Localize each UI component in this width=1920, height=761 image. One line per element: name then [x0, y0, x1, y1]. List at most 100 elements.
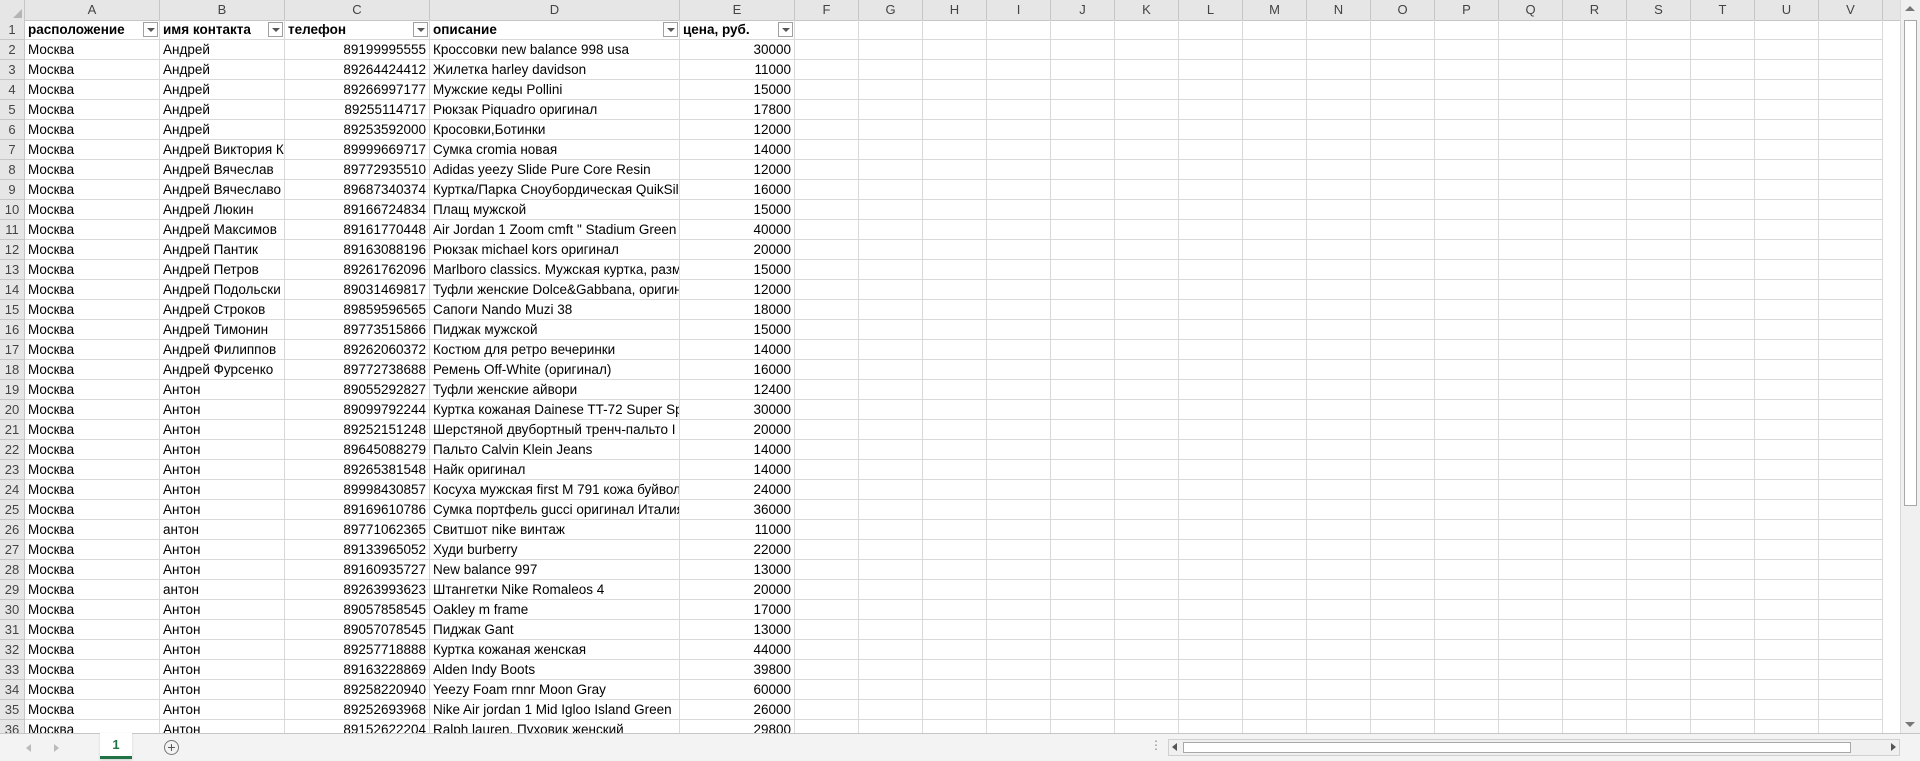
empty-cell[interactable]	[1627, 560, 1691, 580]
empty-cell[interactable]	[1115, 320, 1179, 340]
empty-cell[interactable]	[1755, 560, 1819, 580]
horizontal-scrollbar[interactable]	[1168, 739, 1900, 756]
empty-cell[interactable]	[1051, 200, 1115, 220]
empty-cell[interactable]	[795, 320, 859, 340]
empty-cell[interactable]	[859, 580, 923, 600]
empty-cell[interactable]	[1115, 220, 1179, 240]
empty-cell[interactable]	[987, 140, 1051, 160]
empty-cell[interactable]	[923, 40, 987, 60]
empty-cell[interactable]	[1691, 580, 1755, 600]
spreadsheet-grid[interactable]: ABCDEFGHIJKLMNOPQRSTUV 1 2 3 4 5 6 7 8 9 10 11 12 13…	[0, 0, 1900, 733]
empty-cell[interactable]	[1691, 380, 1755, 400]
empty-cell[interactable]	[1691, 480, 1755, 500]
empty-cell[interactable]	[1371, 700, 1435, 720]
empty-cell[interactable]	[1499, 40, 1563, 60]
cell-price[interactable]: 16000	[680, 180, 795, 200]
empty-cell[interactable]	[795, 280, 859, 300]
empty-cell[interactable]	[1499, 540, 1563, 560]
empty-cell[interactable]	[795, 360, 859, 380]
empty-cell[interactable]	[987, 320, 1051, 340]
empty-cell[interactable]	[1499, 660, 1563, 680]
empty-cell[interactable]	[1371, 140, 1435, 160]
cell-phone[interactable]: 89263993623	[285, 580, 430, 600]
cell-name[interactable]: Андрей	[160, 120, 285, 140]
column-header-q[interactable]: Q	[1499, 0, 1563, 20]
empty-cell[interactable]	[1563, 60, 1627, 80]
row-header[interactable]: 11	[0, 220, 25, 240]
empty-cell[interactable]	[1435, 480, 1499, 500]
empty-cell[interactable]	[1179, 300, 1243, 320]
cell-loc[interactable]: Москва	[25, 480, 160, 500]
empty-cell[interactable]	[859, 180, 923, 200]
empty-cell[interactable]	[859, 640, 923, 660]
cell-loc[interactable]: Москва	[25, 620, 160, 640]
cell-phone[interactable]: 89252693968	[285, 700, 430, 720]
empty-cell[interactable]	[1243, 220, 1307, 240]
cell-price[interactable]: 24000	[680, 480, 795, 500]
empty-cell[interactable]	[1691, 240, 1755, 260]
empty-cell[interactable]	[795, 500, 859, 520]
empty-cell[interactable]	[1051, 560, 1115, 580]
empty-cell[interactable]	[1435, 600, 1499, 620]
cell-loc[interactable]: Москва	[25, 80, 160, 100]
empty-cell[interactable]	[1627, 640, 1691, 660]
empty-cell[interactable]	[1563, 360, 1627, 380]
empty-cell[interactable]	[1819, 260, 1883, 280]
empty-cell[interactable]	[1563, 260, 1627, 280]
empty-cell[interactable]	[1115, 80, 1179, 100]
column-header-n[interactable]: N	[1307, 0, 1371, 20]
empty-cell[interactable]	[1371, 20, 1435, 40]
empty-cell[interactable]	[1179, 520, 1243, 540]
empty-cell[interactable]	[1051, 480, 1115, 500]
cell-price[interactable]: 12000	[680, 120, 795, 140]
empty-cell[interactable]	[1115, 260, 1179, 280]
cell-price[interactable]: 22000	[680, 540, 795, 560]
empty-cell[interactable]	[987, 440, 1051, 460]
empty-cell[interactable]	[1627, 100, 1691, 120]
empty-cell[interactable]	[1051, 620, 1115, 640]
empty-cell[interactable]	[987, 240, 1051, 260]
empty-cell[interactable]	[1499, 440, 1563, 460]
empty-cell[interactable]	[1691, 600, 1755, 620]
empty-cell[interactable]	[795, 660, 859, 680]
empty-cell[interactable]	[795, 540, 859, 560]
cell-loc[interactable]: Москва	[25, 140, 160, 160]
row-header[interactable]: 29	[0, 580, 25, 600]
empty-cell[interactable]	[1563, 280, 1627, 300]
row-header[interactable]: 35	[0, 700, 25, 720]
column-header-d[interactable]: D	[430, 0, 680, 20]
cell-name[interactable]: Антон	[160, 620, 285, 640]
empty-cell[interactable]	[1499, 700, 1563, 720]
column-header-s[interactable]: S	[1627, 0, 1691, 20]
empty-cell[interactable]	[1051, 520, 1115, 540]
empty-cell[interactable]	[987, 480, 1051, 500]
cell-phone[interactable]: 89772738688	[285, 360, 430, 380]
cell-name[interactable]: Антон	[160, 720, 285, 733]
empty-cell[interactable]	[923, 680, 987, 700]
column-header-c[interactable]: C	[285, 0, 430, 20]
cell-price[interactable]: 17000	[680, 600, 795, 620]
empty-cell[interactable]	[1691, 540, 1755, 560]
empty-cell[interactable]	[1563, 120, 1627, 140]
empty-cell[interactable]	[859, 720, 923, 733]
empty-cell[interactable]	[1371, 460, 1435, 480]
empty-cell[interactable]	[1563, 700, 1627, 720]
cell-price[interactable]: 14000	[680, 340, 795, 360]
cell-loc[interactable]: Москва	[25, 540, 160, 560]
empty-cell[interactable]	[923, 320, 987, 340]
empty-cell[interactable]	[1243, 340, 1307, 360]
empty-cell[interactable]	[1371, 560, 1435, 580]
empty-cell[interactable]	[1307, 440, 1371, 460]
empty-cell[interactable]	[1307, 20, 1371, 40]
empty-cell[interactable]	[1691, 200, 1755, 220]
empty-cell[interactable]	[923, 640, 987, 660]
empty-cell[interactable]	[1755, 80, 1819, 100]
column-header-i[interactable]: I	[987, 0, 1051, 20]
empty-cell[interactable]	[859, 540, 923, 560]
empty-cell[interactable]	[859, 200, 923, 220]
cell-loc[interactable]: Москва	[25, 560, 160, 580]
filter-dropdown-icon[interactable]	[143, 22, 158, 37]
empty-cell[interactable]	[1563, 300, 1627, 320]
cell-phone[interactable]: 89687340374	[285, 180, 430, 200]
empty-cell[interactable]	[1371, 520, 1435, 540]
